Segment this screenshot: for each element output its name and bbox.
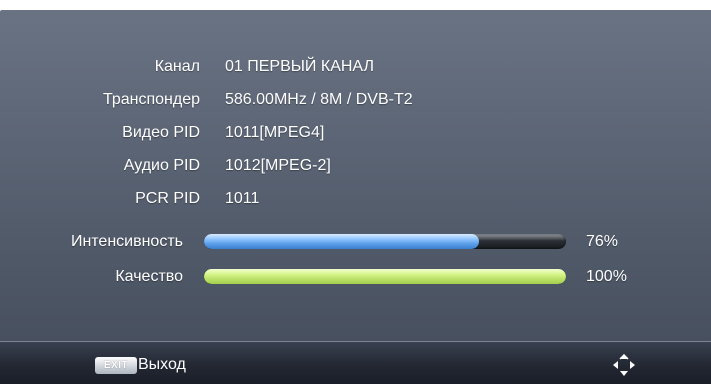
transponder-value: 586.00MHz / 8M / DVB-T2 (225, 91, 413, 108)
quality-percent: 100% (586, 268, 627, 285)
quality-label: Качество (115, 268, 183, 285)
audio-pid-row: Аудио PID 1012[MPEG-2] (0, 153, 711, 179)
intensity-bar (204, 234, 566, 249)
channel-value: 01 ПЕРВЫЙ КАНАЛ (225, 58, 374, 75)
intensity-row: Интенсивность 76% (0, 228, 711, 256)
intensity-percent: 76% (586, 233, 619, 250)
video-pid-row: Видео PID 1011[MPEG4] (0, 120, 711, 146)
intensity-label: Интенсивность (70, 233, 183, 250)
exit-key-button[interactable]: EXIT (95, 357, 137, 374)
quality-bar (204, 269, 566, 284)
channel-row: Канал 01 ПЕРВЫЙ КАНАЛ (0, 54, 711, 80)
pcr-pid-label: PCR PID (135, 190, 200, 207)
exit-label: Выход (138, 356, 186, 373)
navigation-arrows-icon (613, 353, 635, 376)
audio-pid-label: Аудио PID (123, 157, 200, 174)
pcr-pid-row: PCR PID 1011 (0, 186, 711, 212)
signal-info-screen: Канал 01 ПЕРВЫЙ КАНАЛ Транспондер 586.00… (0, 10, 711, 383)
quality-bar-fill (204, 269, 566, 284)
quality-row: Качество 100% (0, 263, 711, 291)
video-pid-value: 1011[MPEG4] (225, 124, 325, 141)
intensity-bar-fill (204, 234, 480, 249)
audio-pid-value: 1012[MPEG-2] (225, 157, 331, 174)
channel-label: Канал (154, 58, 200, 75)
footer-bar: EXIT Выход (0, 341, 711, 384)
transponder-label: Транспондер (102, 91, 200, 108)
transponder-row: Транспондер 586.00MHz / 8M / DVB-T2 (0, 87, 711, 113)
video-pid-label: Видео PID (122, 124, 200, 141)
pcr-pid-value: 1011 (225, 190, 260, 207)
